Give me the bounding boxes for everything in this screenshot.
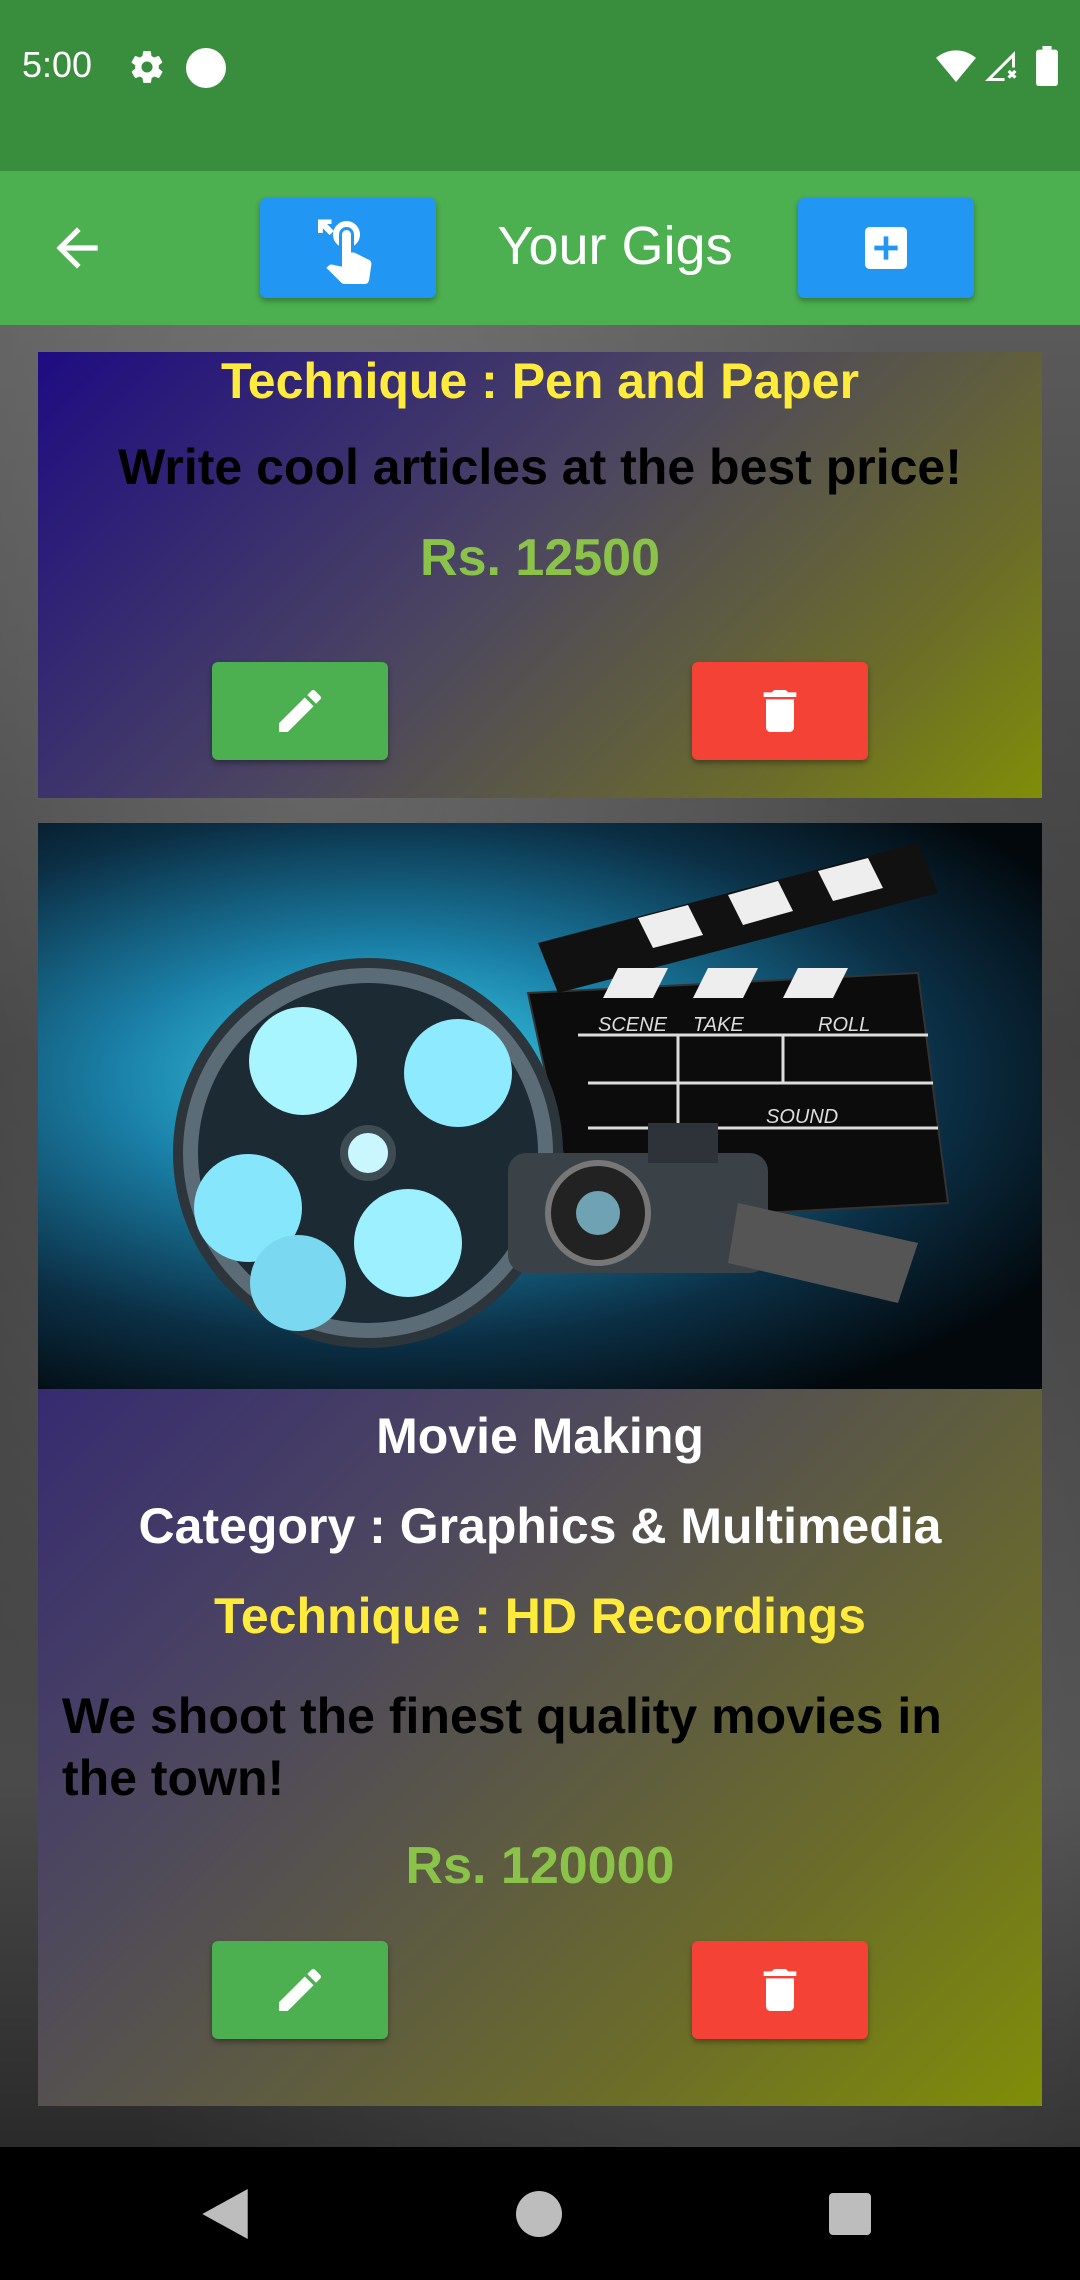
nav-recents-icon[interactable]	[829, 2193, 871, 2235]
nav-back-icon[interactable]	[202, 2189, 248, 2239]
status-bar: 5:00	[0, 0, 1080, 171]
pencil-icon	[279, 689, 322, 732]
delete-button[interactable]	[692, 1941, 868, 2039]
navigation-bar	[0, 2147, 1080, 2280]
back-arrow-icon[interactable]	[46, 217, 108, 279]
gig-price: Rs. 12500	[420, 529, 660, 587]
page-title: Your Gigs	[497, 216, 733, 276]
edit-button[interactable]	[212, 662, 388, 760]
pencil-icon	[279, 1968, 322, 2011]
gig-list: Technique : Pen and Paper Write cool art…	[0, 325, 1080, 2147]
signal-icon	[985, 51, 1017, 81]
sound-label: SOUND	[766, 1106, 838, 1128]
edit-button[interactable]	[212, 1941, 388, 2039]
notification-dot-icon	[186, 48, 226, 88]
wifi-icon	[936, 50, 976, 82]
roll-label: ROLL	[818, 1014, 870, 1036]
delete-button[interactable]	[692, 662, 868, 760]
scene-label: SCENE	[598, 1014, 668, 1036]
gesture-button[interactable]	[260, 198, 436, 298]
gig-description: We shoot the finest quality movies in th…	[62, 1688, 942, 1806]
app-bar: Your Gigs	[0, 171, 1080, 325]
trash-icon	[763, 690, 797, 732]
gig-technique: Technique : Pen and Paper	[220, 353, 860, 409]
gig-price: Rs. 120000	[405, 1837, 675, 1895]
gig-category: Category : Graphics & Multimedia	[138, 1498, 942, 1554]
film-reel-illustration	[173, 958, 563, 1348]
take-label: TAKE	[693, 1014, 744, 1036]
gig-title: Movie Making	[376, 1408, 704, 1464]
gig-technique: Technique : HD Recordings	[214, 1588, 866, 1644]
add-box-icon	[865, 227, 907, 269]
touch-gesture-icon	[318, 219, 372, 284]
gig-card: Technique : Pen and Paper Write cool art…	[38, 352, 1042, 798]
gig-description: Write cool articles at the best price!	[118, 439, 962, 495]
status-time: 5:00	[22, 44, 93, 85]
settings-icon	[131, 51, 163, 83]
add-gig-button[interactable]	[798, 198, 974, 298]
movie-image: SCENE TAKE ROLL SOUND	[38, 823, 1042, 1389]
gig-card: SCENE TAKE ROLL SOUND Movie Making Categ…	[38, 823, 1042, 2106]
nav-home-icon[interactable]	[516, 2191, 562, 2237]
trash-icon	[763, 1969, 797, 2011]
battery-icon	[1036, 46, 1058, 86]
